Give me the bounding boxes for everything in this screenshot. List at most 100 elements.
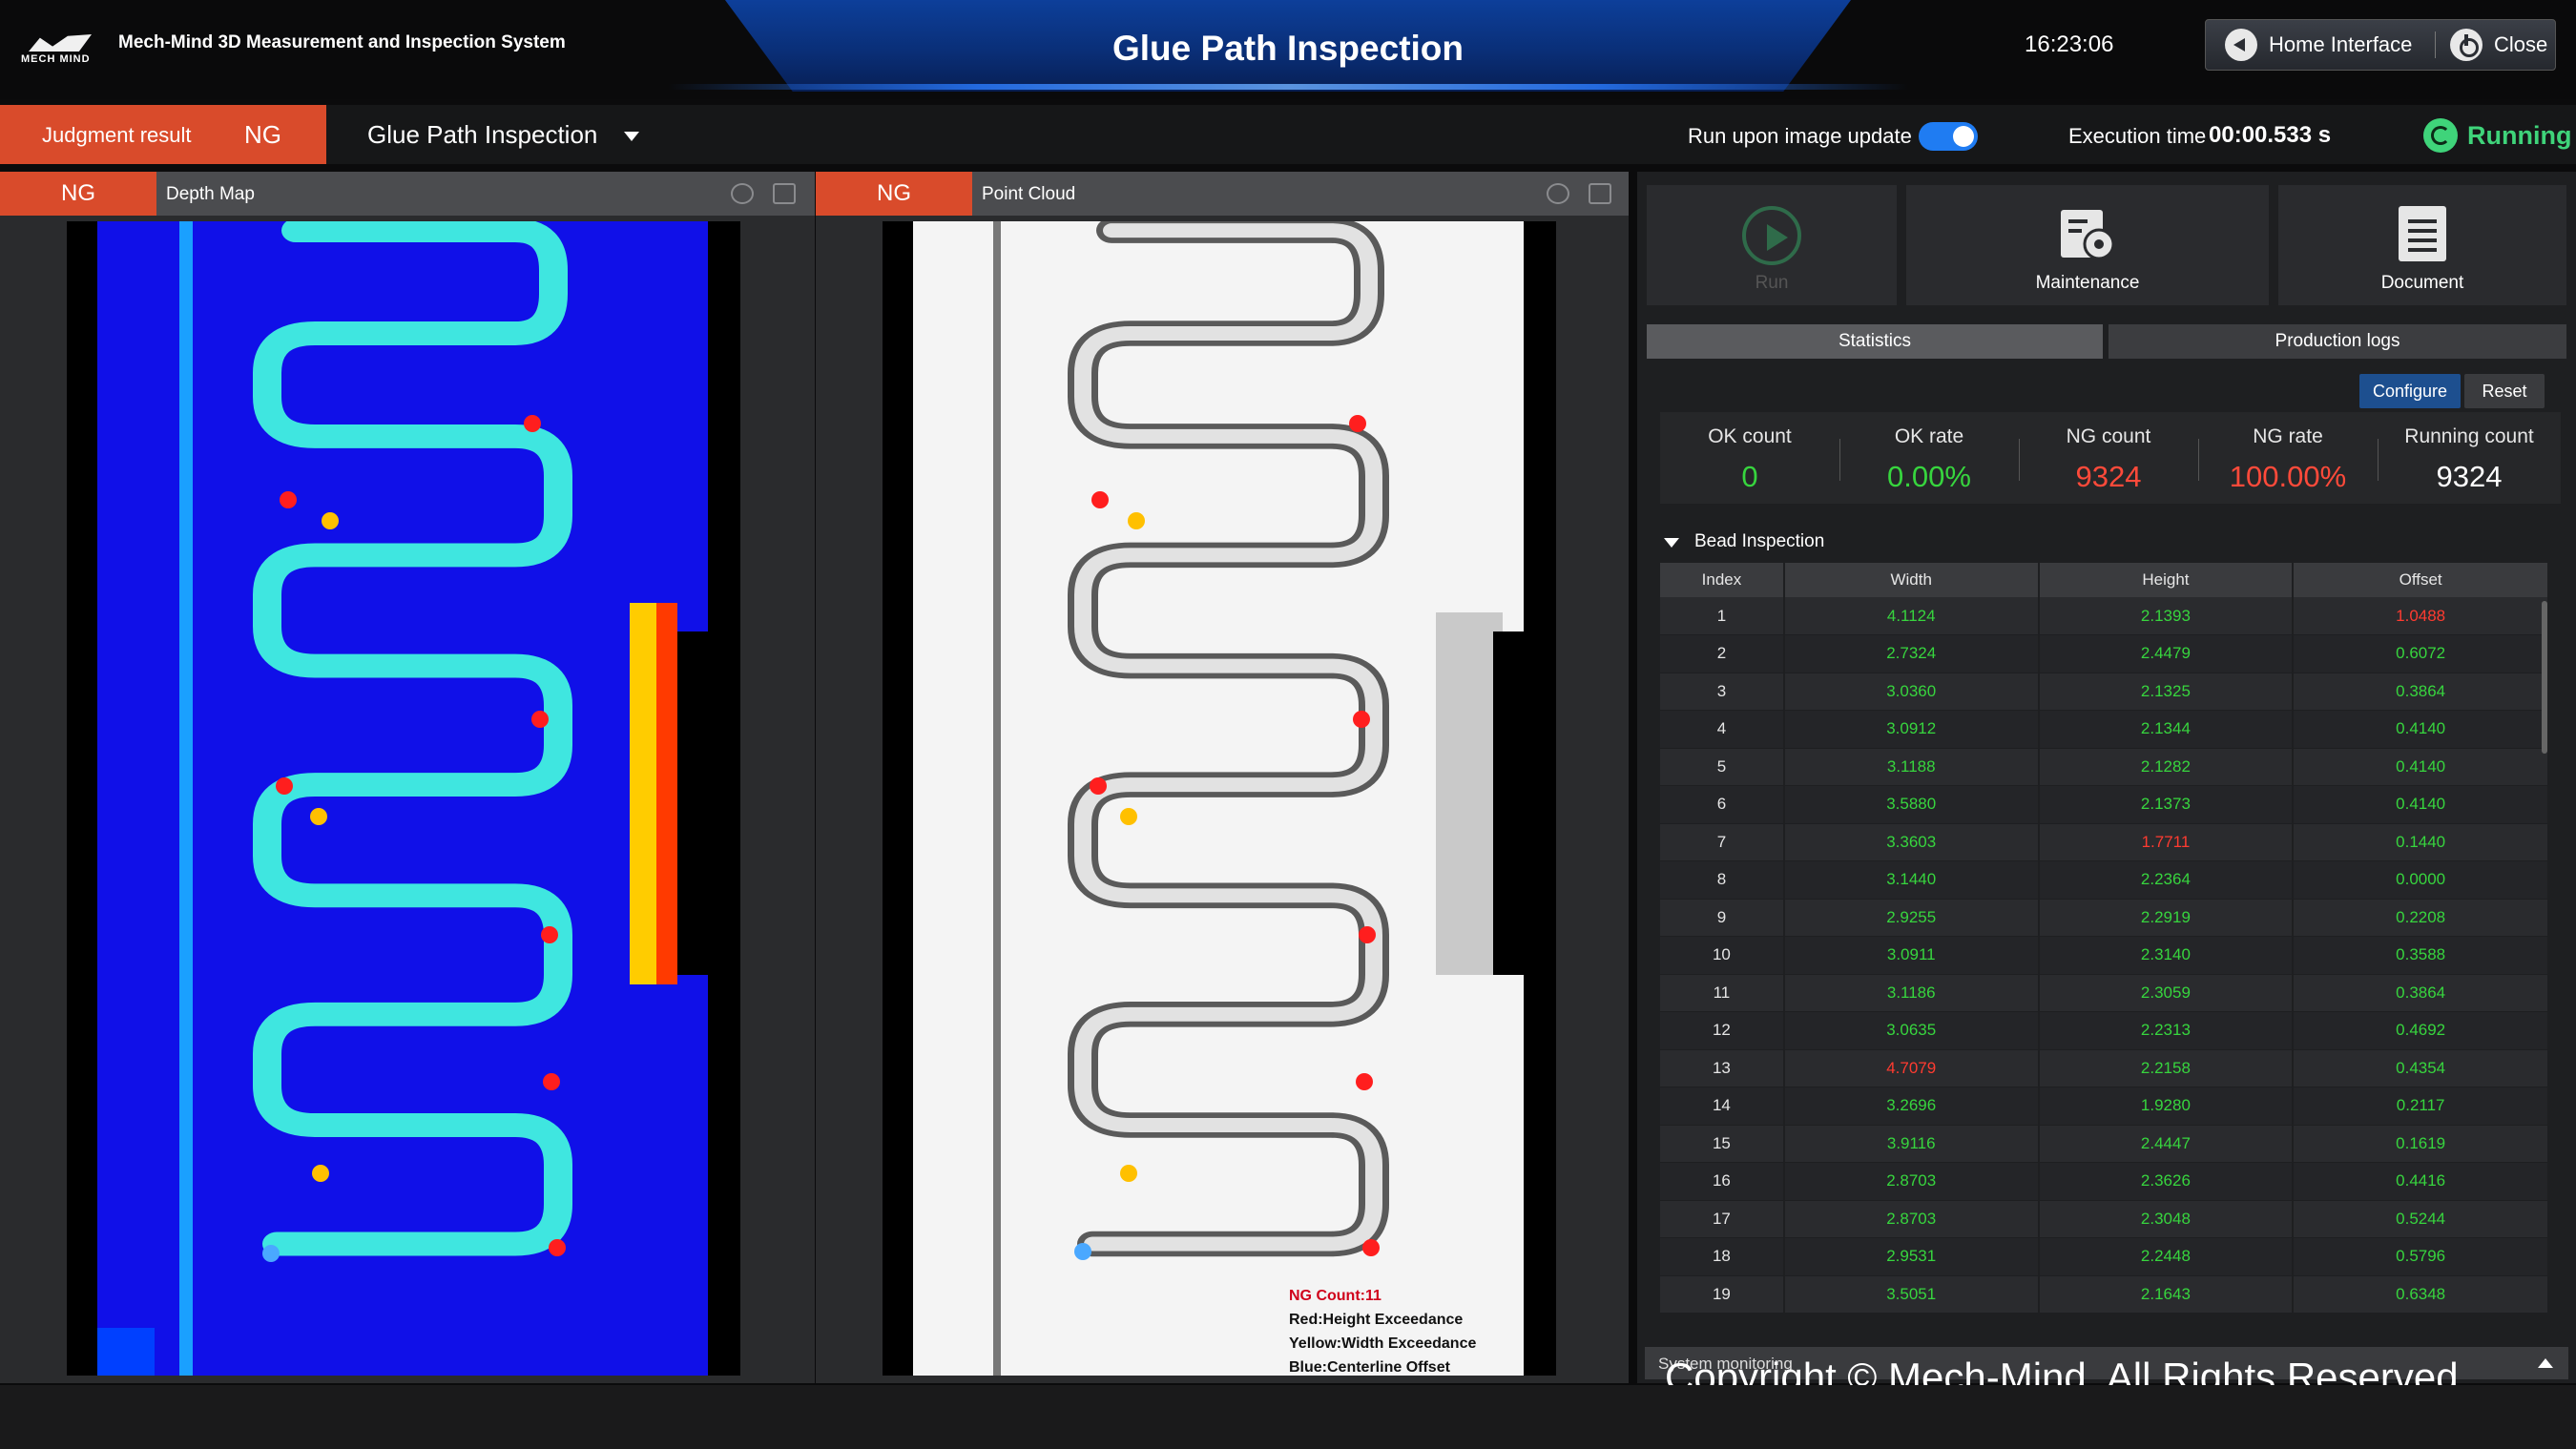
project-select[interactable]: Glue Path Inspection [367,120,597,150]
table-row[interactable]: 10 3.0911 2.3140 0.3588 [1660,936,2549,975]
table-cell: 4.7079 [1783,1049,2040,1087]
table-row[interactable]: 2 2.7324 2.4479 0.6072 [1660,634,2549,673]
table-row[interactable]: 14 3.2696 1.9280 0.2117 [1660,1087,2549,1126]
table-cell: 2.1344 [2038,710,2295,749]
bottom-strip [0,1385,2576,1449]
table-cell: 3.0911 [1783,936,2040,975]
column-header[interactable]: Index [1660,563,1785,597]
table-row[interactable]: 16 2.8703 2.3626 0.4416 [1660,1162,2549,1201]
table-row[interactable]: 15 3.9116 2.4447 0.1619 [1660,1125,2549,1163]
stat-running-count: Running count 9324 [2378,412,2561,504]
home-interface-button[interactable]: Home Interface [2225,20,2412,70]
chevron-up-icon[interactable] [2538,1358,2553,1368]
configure-button[interactable]: Configure [2359,374,2461,408]
run-label: Run [1755,273,1789,293]
back-arrow-icon [2225,29,2257,61]
table-cell: 0.3588 [2293,936,2549,975]
table-cell: 0.4354 [2293,1049,2549,1087]
stat-value: 0.00% [1887,460,1971,493]
viewer-ng-badge: NG [816,172,972,216]
table-cell: 3.0360 [1783,673,2040,711]
table-row[interactable]: 19 3.5051 2.1643 0.6348 [1660,1275,2549,1314]
table-cell: 2.1373 [2038,785,2295,824]
table-row[interactable]: 8 3.1440 2.2364 0.0000 [1660,860,2549,900]
table-cell: 2.2919 [2038,899,2295,937]
settings-icon[interactable] [1547,183,1569,204]
row-index-cell: 19 [1660,1275,1785,1314]
column-header[interactable]: Width [1783,563,2040,597]
run-upon-update-toggle[interactable] [1919,122,1978,151]
legend-blue: Blue:Centerline Offset [1289,1359,1450,1376]
chevron-down-icon[interactable] [624,132,639,141]
stat-ok-count: OK count 0 [1660,412,1839,504]
table-cell: 2.2313 [2038,1011,2295,1050]
viewer-title: Point Cloud [982,184,1076,204]
table-cell: 1.9280 [2038,1087,2295,1126]
popout-icon[interactable] [773,183,796,204]
table-row[interactable]: 7 3.3603 1.7711 0.1440 [1660,823,2549,861]
table-row[interactable]: 1 4.1124 2.1393 1.0488 [1660,597,2549,635]
table-row[interactable]: 9 2.9255 2.2919 0.2208 [1660,899,2549,937]
table-row[interactable]: 12 3.0635 2.2313 0.4692 [1660,1011,2549,1050]
table-cell: 0.4416 [2293,1162,2549,1201]
title-banner [725,0,1851,92]
collapse-caret-icon[interactable] [1664,538,1679,548]
execution-time-value: 00:00.533 s [2209,122,2332,148]
row-index-cell: 5 [1660,748,1785,786]
table-cell: 0.2208 [2293,899,2549,937]
row-index-cell: 11 [1660,974,1785,1012]
table-cell: 2.3626 [2038,1162,2295,1201]
tab-statistics[interactable]: Statistics [1647,324,2103,359]
reset-button[interactable]: Reset [2464,374,2545,408]
table-row[interactable]: 11 3.1186 2.3059 0.3864 [1660,974,2549,1012]
table-cell: 0.4692 [2293,1011,2549,1050]
tab-production-logs[interactable]: Production logs [2109,324,2566,359]
judgment-label: Judgment result [42,123,192,147]
stat-ng-count: NG count 9324 [2019,412,2198,504]
close-label: Close [2494,32,2548,56]
table-row[interactable]: 6 3.5880 2.1373 0.4140 [1660,785,2549,824]
settings-icon[interactable] [731,183,754,204]
table-row[interactable]: 3 3.0360 2.1325 0.3864 [1660,673,2549,711]
row-index-cell: 1 [1660,597,1785,635]
table-cell: 0.3864 [2293,974,2549,1012]
row-index-cell: 14 [1660,1087,1785,1126]
run-tool-button[interactable]: Run [1647,185,1897,305]
table-cell: 2.8703 [1783,1200,2040,1238]
popout-icon[interactable] [1589,183,1611,204]
maintenance-tool-button[interactable]: Maintenance [1906,185,2269,305]
row-index-cell: 4 [1660,710,1785,749]
table-cell: 0.6072 [2293,634,2549,673]
table-row[interactable]: 13 4.7079 2.2158 0.4354 [1660,1049,2549,1087]
bead-inspection-header[interactable]: Bead Inspection [1694,531,1824,552]
table-cell: 2.3059 [2038,974,2295,1012]
window-button-group: Home Interface Close [2205,19,2556,71]
table-row[interactable]: 4 3.0912 2.1344 0.4140 [1660,710,2549,749]
column-header[interactable]: Height [2038,563,2295,597]
app-title: Mech-Mind 3D Measurement and Inspection … [118,32,566,52]
table-cell: 0.4140 [2293,748,2549,786]
document-tool-button[interactable]: Document [2278,185,2566,305]
table-cell: 3.5051 [1783,1275,2040,1314]
point-cloud-viewer: NG Point Cloud NG Count:11 Red:Height Ex… [816,172,1629,1383]
stat-ok-rate: OK rate 0.00% [1839,412,2019,504]
row-index-cell: 16 [1660,1162,1785,1201]
table-cell: 3.9116 [1783,1125,2040,1163]
table-row[interactable]: 17 2.8703 2.3048 0.5244 [1660,1200,2549,1238]
legend-red: Red:Height Exceedance [1289,1312,1464,1328]
row-index-cell: 6 [1660,785,1785,824]
close-button[interactable]: Close [2450,20,2547,70]
status-bar: Judgment result NG Glue Path Inspection … [0,105,2576,164]
table-row[interactable]: 18 2.9531 2.2448 0.5796 [1660,1237,2549,1276]
depth-map-viewer: NG Depth Map [0,172,815,1383]
legend-yellow: Yellow:Width Exceedance [1289,1335,1477,1352]
table-cell: 3.5880 [1783,785,2040,824]
title-bar: MECH MIND Mech-Mind 3D Measurement and I… [0,0,2576,99]
table-scrollbar[interactable] [2542,601,2547,754]
table-row[interactable]: 5 3.1188 2.1282 0.4140 [1660,748,2549,786]
stat-value: 9324 [2075,460,2142,493]
table-cell: 2.2448 [2038,1237,2295,1276]
column-header[interactable]: Offset [2293,563,2549,597]
mech-mind-logo: MECH MIND [21,34,99,65]
viewer-title: Depth Map [166,184,255,204]
